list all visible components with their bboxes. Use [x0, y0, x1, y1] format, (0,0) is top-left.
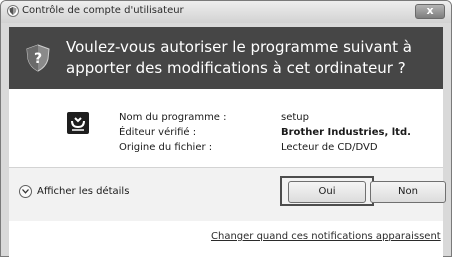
prompt-header: ? Voulez-vous autoriser le programme sui… — [9, 27, 443, 89]
prompt-question: Voulez-vous autoriser le programme suiva… — [66, 38, 412, 77]
no-button[interactable]: Non — [370, 181, 446, 203]
value-verified-publisher: Brother Industries, ltd. — [281, 127, 411, 138]
show-details-toggle[interactable] — [19, 185, 32, 198]
label-file-origin: Origine du fichier : — [119, 142, 213, 153]
close-button[interactable]: x — [415, 4, 445, 19]
program-labels: Nom du programme : Éditeur vérifié : Ori… — [119, 111, 227, 156]
close-icon: x — [426, 4, 434, 17]
show-details-label[interactable]: Afficher les détails — [37, 186, 129, 197]
uac-shield-icon — [7, 5, 19, 17]
notification-settings-link[interactable]: Changer quand ces notifications apparais… — [211, 231, 441, 242]
title-bar: Contrôle de compte d'utilisateur x — [1, 1, 451, 23]
label-program-name: Nom du programme : — [119, 112, 227, 123]
label-verified-publisher: Éditeur vérifié : — [119, 127, 197, 138]
yes-button[interactable]: Oui — [288, 181, 366, 203]
window-title: Contrôle de compte d'utilisateur — [22, 5, 184, 16]
value-file-origin: Lecteur de CD/DVD — [281, 142, 378, 153]
value-program-name: setup — [281, 112, 309, 123]
svg-text:?: ? — [34, 51, 42, 67]
uac-dialog: Contrôle de compte d'utilisateur x ? Vou… — [0, 0, 452, 259]
shield-question-icon: ? — [26, 44, 50, 72]
dialog-content: Nom du programme : Éditeur vérifié : Ori… — [9, 89, 446, 259]
program-values: setup Brother Industries, ltd. Lecteur d… — [281, 111, 411, 156]
program-icon — [67, 112, 89, 134]
chevron-down-icon — [22, 189, 29, 194]
